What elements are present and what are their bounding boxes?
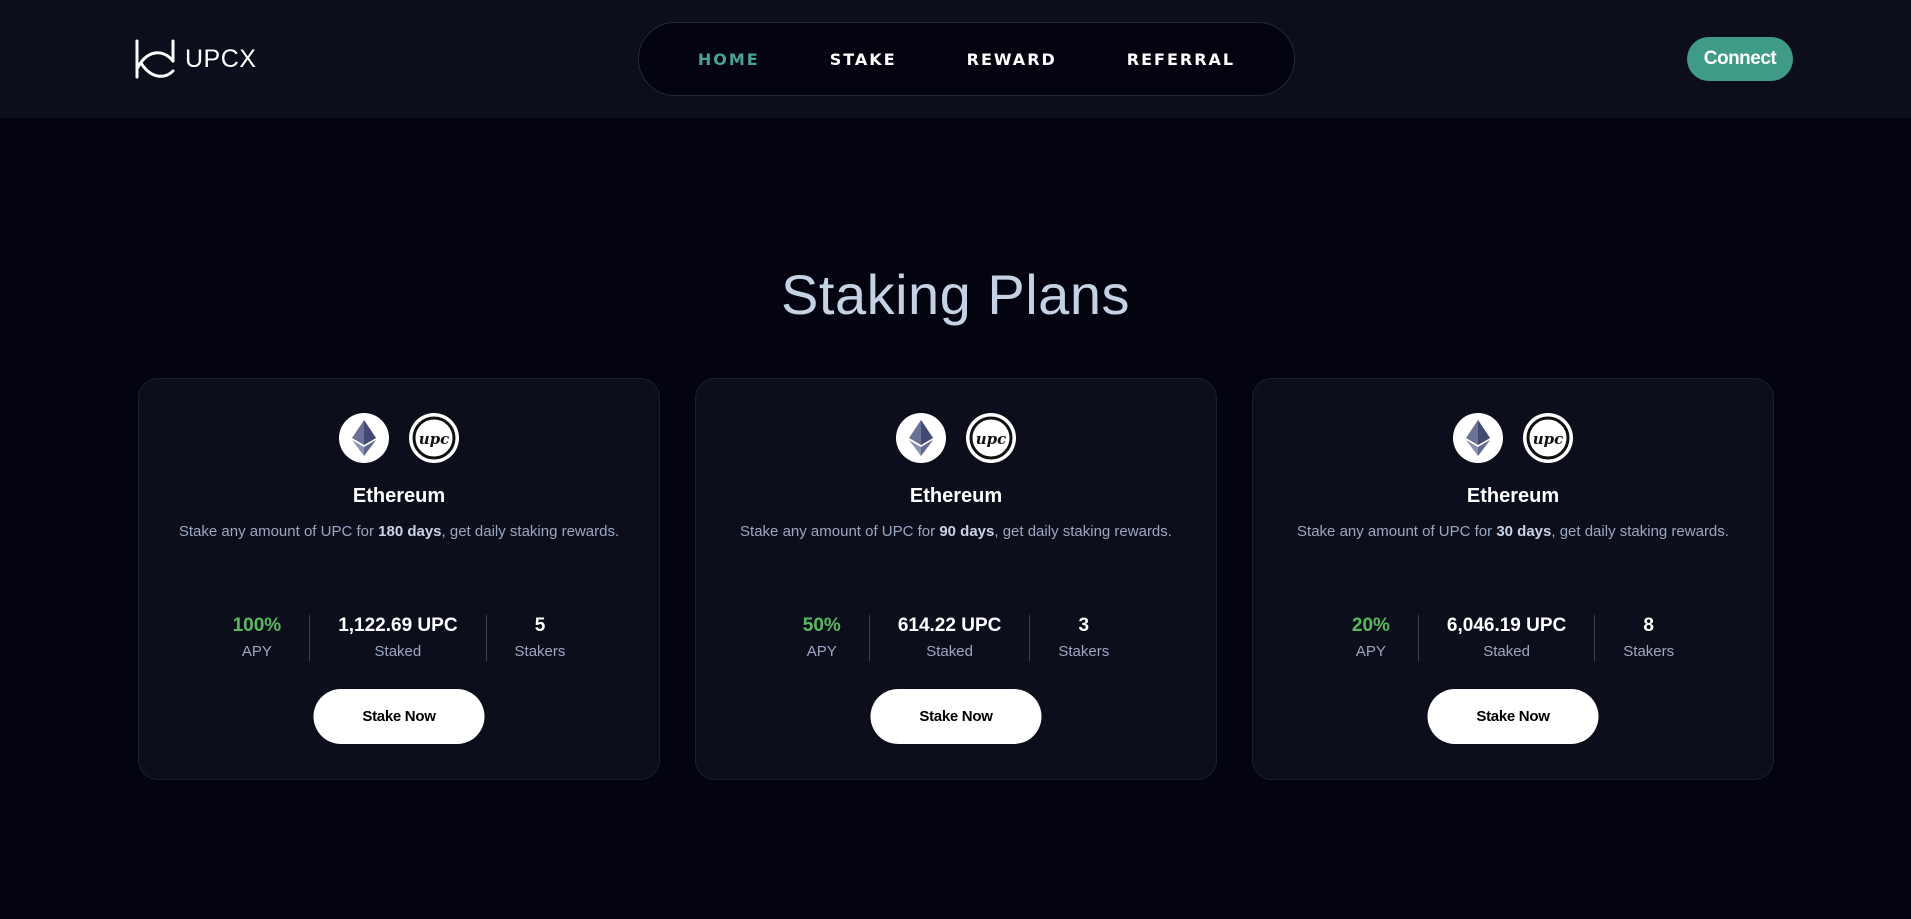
staked-stat: 614.22 UPC Staked — [870, 611, 1030, 661]
plan-description: Stake any amount of UPC for 30 days, get… — [1297, 523, 1729, 540]
main-nav: HOME STAKE REWARD REFERRAL — [638, 22, 1295, 96]
staked-value: 6,046.19 UPC — [1446, 615, 1567, 636]
svg-text:upc: upc — [419, 430, 450, 448]
nav-item-stake[interactable]: STAKE — [795, 50, 932, 69]
apy-value: 50% — [802, 615, 841, 636]
svg-text:upc: upc — [1533, 430, 1564, 448]
stake-now-button[interactable]: Stake Now — [313, 689, 485, 744]
nav-item-home[interactable]: HOME — [663, 50, 795, 69]
staked-label: Staked — [926, 643, 973, 660]
stakers-stat: 8 Stakers — [1595, 611, 1702, 661]
apy-stat: 100% APY — [205, 611, 310, 661]
plan-title: Ethereum — [1466, 485, 1560, 507]
coin-pair: upc — [696, 413, 1216, 463]
apy-value: 20% — [1351, 615, 1390, 636]
plan-card: upc Ethereum Stake any amount of UPC for… — [695, 378, 1217, 780]
nav-item-referral[interactable]: REFERRAL — [1092, 50, 1270, 69]
nav-item-reward[interactable]: REWARD — [932, 50, 1092, 69]
apy-value: 100% — [232, 615, 282, 636]
coin-pair: upc — [139, 413, 659, 463]
plan-card: upc Ethereum Stake any amount of UPC for… — [138, 378, 660, 780]
upc-icon: upc — [966, 413, 1016, 463]
stakers-stat: 3 Stakers — [1030, 611, 1137, 661]
apy-label: APY — [806, 643, 837, 660]
plan-description: Stake any amount of UPC for 180 days, ge… — [178, 523, 620, 540]
coin-pair: upc — [1253, 413, 1773, 463]
logo-text: UPCX — [185, 44, 257, 73]
ethereum-icon — [1453, 413, 1503, 463]
plan-stats: 100% APY 1,122.69 UPC Staked 5 Stakers — [139, 611, 659, 661]
stakers-label: Stakers — [1623, 643, 1675, 660]
stakers-label: Stakers — [514, 643, 566, 660]
stakers-stat: 5 Stakers — [487, 611, 594, 661]
svg-text:upc: upc — [976, 430, 1007, 448]
apy-stat: 20% APY — [1324, 611, 1418, 661]
plan-stats: 50% APY 614.22 UPC Staked 3 Stakers — [696, 611, 1216, 661]
apy-label: APY — [1355, 643, 1386, 660]
logo[interactable]: UPCX — [133, 39, 256, 79]
stake-now-button[interactable]: Stake Now — [870, 689, 1042, 744]
apy-stat: 50% APY — [775, 611, 869, 661]
plan-title: Ethereum — [352, 485, 446, 507]
ethereum-icon — [896, 413, 946, 463]
staked-value: 1,122.69 UPC — [338, 615, 458, 636]
upcx-logo-icon — [135, 39, 175, 79]
staked-label: Staked — [1483, 643, 1530, 660]
staked-value: 614.22 UPC — [897, 615, 1002, 636]
stake-now-button[interactable]: Stake Now — [1427, 689, 1599, 744]
page-title: Staking Plans — [781, 263, 1130, 326]
staked-stat: 1,122.69 UPC Staked — [310, 611, 485, 661]
stakers-value: 5 — [534, 615, 546, 636]
ethereum-icon — [339, 413, 389, 463]
staked-stat: 6,046.19 UPC Staked — [1419, 611, 1594, 661]
header: UPCX HOME STAKE REWARD REFERRAL Connect — [0, 0, 1911, 118]
plan-stats: 20% APY 6,046.19 UPC Staked 8 Stakers — [1253, 611, 1773, 661]
stakers-value: 8 — [1643, 615, 1654, 636]
plan-title: Ethereum — [909, 485, 1003, 507]
apy-label: APY — [241, 643, 272, 660]
plan-card: upc Ethereum Stake any amount of UPC for… — [1252, 378, 1774, 780]
connect-button[interactable]: Connect — [1687, 37, 1793, 81]
upc-icon: upc — [409, 413, 459, 463]
staking-plans: upc Ethereum Stake any amount of UPC for… — [138, 378, 1775, 780]
stakers-value: 3 — [1078, 615, 1090, 636]
staked-label: Staked — [374, 643, 422, 660]
upc-icon: upc — [1523, 413, 1573, 463]
stakers-label: Stakers — [1058, 643, 1110, 660]
plan-description: Stake any amount of UPC for 90 days, get… — [740, 523, 1172, 540]
